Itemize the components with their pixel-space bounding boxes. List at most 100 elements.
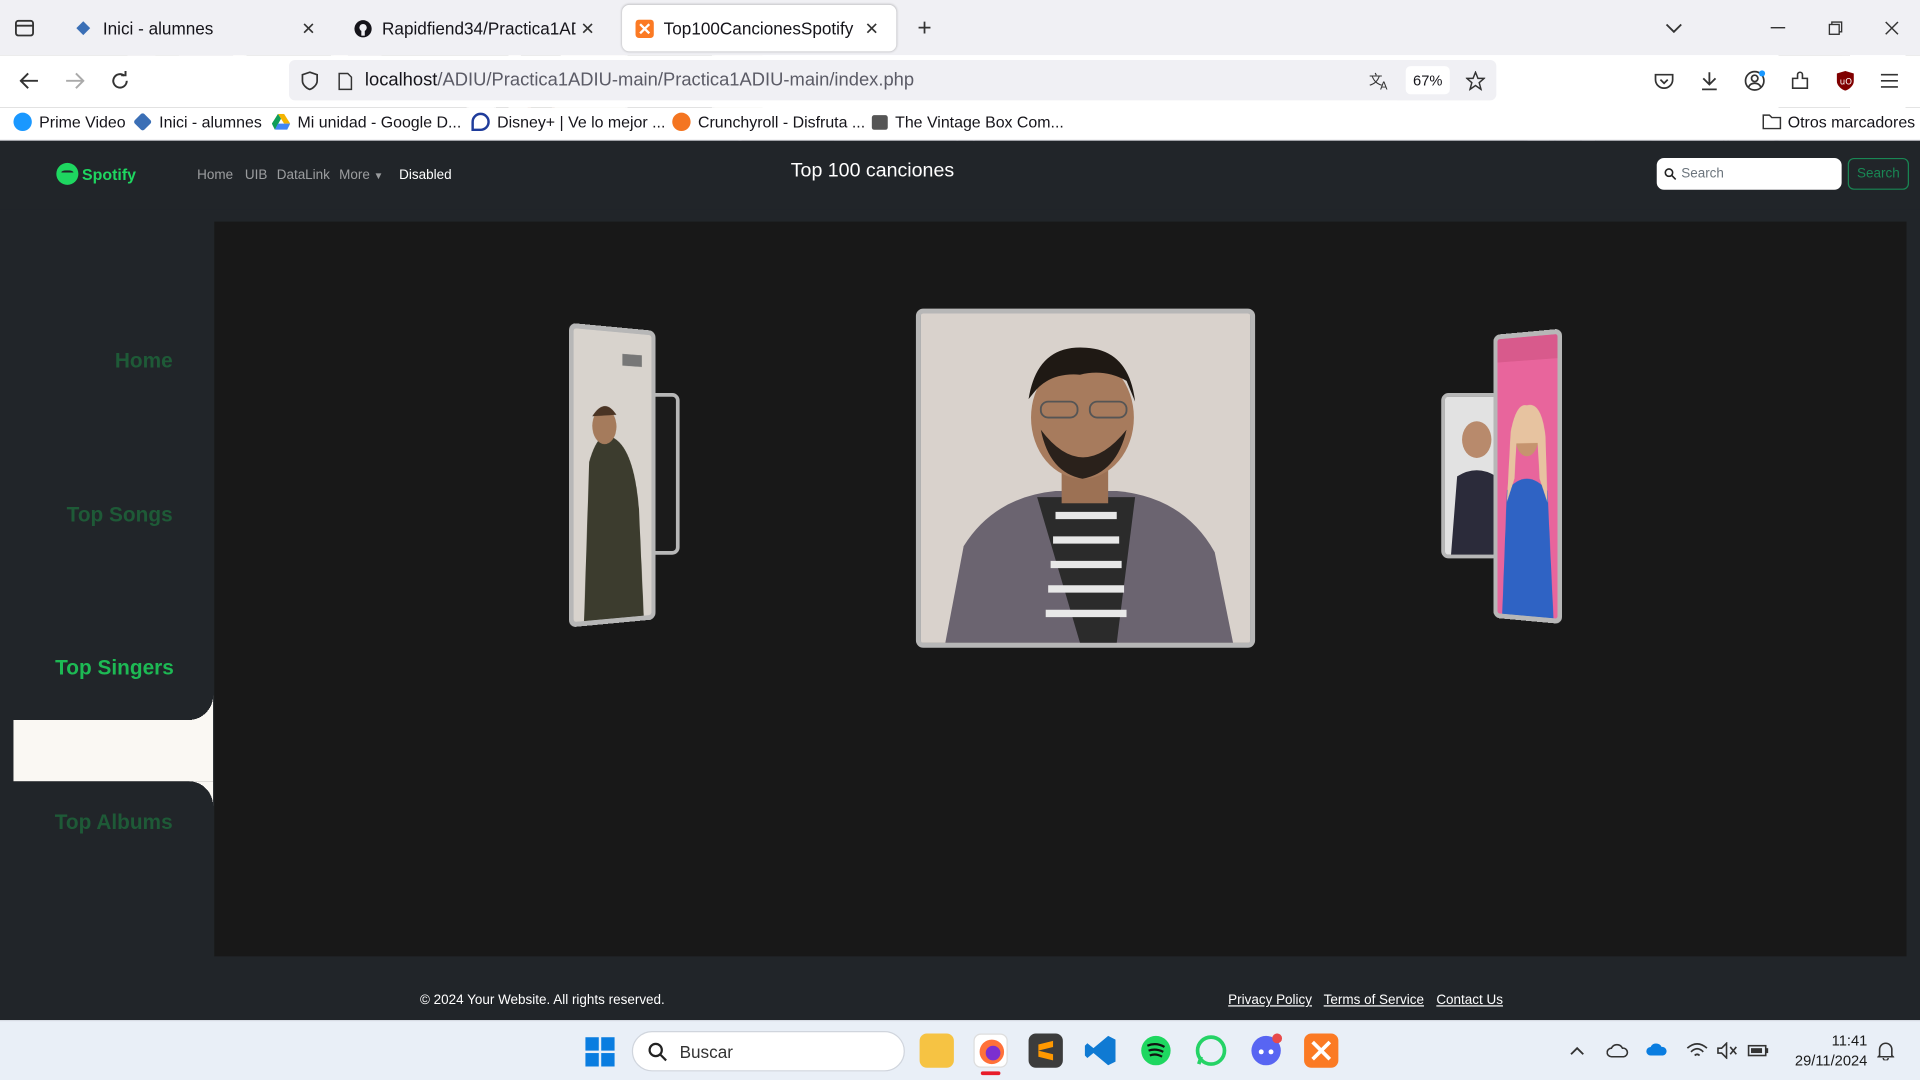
other-bookmarks-label: Otros marcadores (1787, 112, 1916, 132)
spotify-icon[interactable] (1139, 1033, 1173, 1067)
whatsapp-icon[interactable] (1194, 1033, 1228, 1067)
close-tab-icon[interactable]: ✕ (860, 18, 884, 39)
bookmark-disney-plus[interactable]: Disney+ | Ve lo mejor ... (471, 112, 666, 132)
firefox-icon[interactable] (973, 1033, 1008, 1068)
contact-us-link[interactable]: Contact Us (1436, 993, 1503, 1008)
translate-icon[interactable]: 文A (1367, 67, 1394, 94)
downloads-icon[interactable] (1696, 67, 1723, 94)
bookmark-star-icon[interactable] (1462, 67, 1489, 94)
prime-video-icon (13, 112, 32, 132)
singer-photo-right (1497, 334, 1558, 619)
extensions-icon[interactable] (1787, 67, 1814, 94)
url-text[interactable]: localhost/ADIU/Practica1ADIU-main/Practi… (365, 70, 914, 91)
reload-icon[interactable] (107, 67, 134, 94)
carousel-card-center[interactable] (915, 308, 1256, 648)
bookmark-prime-video[interactable]: Prime Video (13, 112, 126, 132)
discord-icon[interactable] (1249, 1033, 1283, 1067)
battery-icon[interactable] (1745, 1038, 1772, 1062)
other-bookmarks-folder[interactable]: Otros marcadores (1762, 113, 1915, 131)
chevron-up-icon[interactable] (1566, 1038, 1588, 1062)
sidebar-item-top-albums[interactable]: Top Albums (55, 811, 173, 835)
privacy-policy-link[interactable]: Privacy Policy (1228, 993, 1312, 1008)
onedrive-cloud-icon[interactable] (1604, 1038, 1631, 1062)
folder-icon (1762, 114, 1782, 130)
bookmark-label: Prime Video (39, 112, 126, 132)
github-icon (353, 18, 373, 38)
carousel-card-back-right[interactable] (1441, 393, 1501, 559)
back-arrow-icon[interactable] (16, 67, 43, 94)
wifi-icon[interactable] (1684, 1038, 1711, 1062)
bookmark-label: Mi unidad - Google D... (297, 112, 462, 132)
web-page: Spotify Home UIB DataLink More ▼ Disable… (0, 140, 1920, 1021)
vintage-box-icon (871, 114, 888, 130)
close-window-icon[interactable] (1877, 15, 1906, 42)
url-path: /ADIU/Practica1ADIU-main/Practica1ADIU-m… (437, 69, 915, 91)
search-placeholder: Search (1681, 166, 1724, 182)
taskbar-search-box[interactable]: Buscar (631, 1031, 905, 1072)
sidebar-item-home[interactable]: Home (115, 349, 173, 373)
minimize-icon[interactable] (1763, 15, 1792, 42)
url-host: localhost (364, 69, 438, 91)
volume-muted-icon[interactable] (1714, 1038, 1741, 1062)
terms-of-service-link[interactable]: Terms of Service (1324, 993, 1424, 1008)
forward-arrow-icon[interactable] (61, 67, 88, 94)
search-input[interactable]: Search (1656, 157, 1842, 192)
browser-tab-1[interactable]: Rapidfiend34/Practica1ADIU ✕ (340, 5, 612, 52)
xampp-icon (634, 18, 654, 38)
carousel-card-left[interactable] (568, 322, 656, 628)
system-clock[interactable]: 11:41 29/11/2024 (1782, 1031, 1868, 1070)
file-explorer-icon[interactable] (919, 1033, 954, 1068)
page-info-icon[interactable] (333, 67, 357, 94)
ublock-origin-icon[interactable]: uO (1832, 67, 1859, 94)
account-icon[interactable] (1741, 67, 1768, 94)
windows-start-icon[interactable] (584, 1036, 616, 1068)
google-drive-icon (271, 113, 291, 130)
bookmark-vintage-box[interactable]: The Vintage Box Com... (871, 112, 1064, 132)
close-tab-icon[interactable]: ✕ (576, 18, 600, 39)
new-tab-icon[interactable]: + (911, 14, 938, 42)
clock-time: 11:41 (1831, 1032, 1868, 1050)
sidebar-item-top-singers[interactable]: Top Singers (55, 656, 174, 680)
tab-title: Top100CancionesSpotify (663, 18, 854, 38)
restore-icon[interactable] (1821, 15, 1850, 42)
browser-tab-2[interactable]: Top100CancionesSpotify ✕ (622, 4, 897, 52)
browser-tab-bar: Inici - alumnes ✕ Rapidfiend34/Practica1… (0, 0, 1920, 56)
search-icon (1664, 158, 1677, 192)
carousel-card-right[interactable] (1493, 328, 1563, 625)
singer-photo-center (920, 313, 1251, 643)
sublime-text-icon[interactable] (1028, 1033, 1063, 1068)
bookmark-label: Disney+ | Ve lo mejor ... (497, 112, 666, 132)
bookmark-crunchyroll[interactable]: Crunchyroll - Disfruta ... (672, 112, 865, 132)
site-navbar: Spotify Home UIB DataLink More ▼ Disable… (0, 140, 1920, 210)
bookmark-label: Inici - alumnes (159, 112, 262, 132)
close-tab-icon[interactable]: ✕ (296, 18, 320, 39)
page-title: Top 100 canciones (790, 160, 955, 182)
uib-icon (133, 112, 153, 132)
browser-navigation-bar: localhost/ADIU/Practica1ADIU-main/Practi… (0, 55, 1920, 108)
bookmark-inici-alumnes[interactable]: Inici - alumnes (133, 112, 262, 132)
bookmarks-bar: Prime Video Inici - alumnes Mi unidad - … (0, 107, 1920, 141)
tab-title: Inici - alumnes (102, 18, 214, 38)
copyright-text: © 2024 Your Website. All rights reserved… (420, 993, 665, 1008)
search-button[interactable]: Search (1847, 157, 1909, 190)
tab-list-icon[interactable] (10, 15, 39, 42)
onedrive-sync-icon[interactable] (1643, 1038, 1670, 1062)
address-bar[interactable]: localhost/ADIU/Practica1ADIU-main/Practi… (288, 60, 1497, 101)
crunchyroll-icon (672, 112, 691, 132)
pocket-icon[interactable] (1651, 67, 1678, 94)
vscode-icon[interactable] (1084, 1033, 1118, 1067)
menu-icon[interactable] (1876, 67, 1903, 94)
windows-taskbar: Buscar 11:41 29/11/2024 (0, 1020, 1920, 1080)
sidebar: Home Top Songs Top Singers Top Albums (0, 220, 214, 955)
sidebar-item-top-songs[interactable]: Top Songs (67, 503, 173, 527)
browser-tab-0[interactable]: Inici - alumnes ✕ (61, 5, 333, 52)
list-all-tabs-icon[interactable] (1660, 15, 1687, 42)
bookmark-label: The Vintage Box Com... (895, 112, 1064, 132)
notifications-bell-icon[interactable] (1873, 1038, 1897, 1062)
svg-text:A: A (1380, 79, 1388, 90)
bookmark-google-drive[interactable]: Mi unidad - Google D... (271, 112, 462, 132)
tracking-protection-shield-icon[interactable] (296, 67, 323, 94)
xampp-icon[interactable] (1304, 1033, 1339, 1068)
zoom-level-button[interactable]: 67% (1405, 66, 1450, 95)
sidebar-active-highlight (13, 695, 214, 806)
